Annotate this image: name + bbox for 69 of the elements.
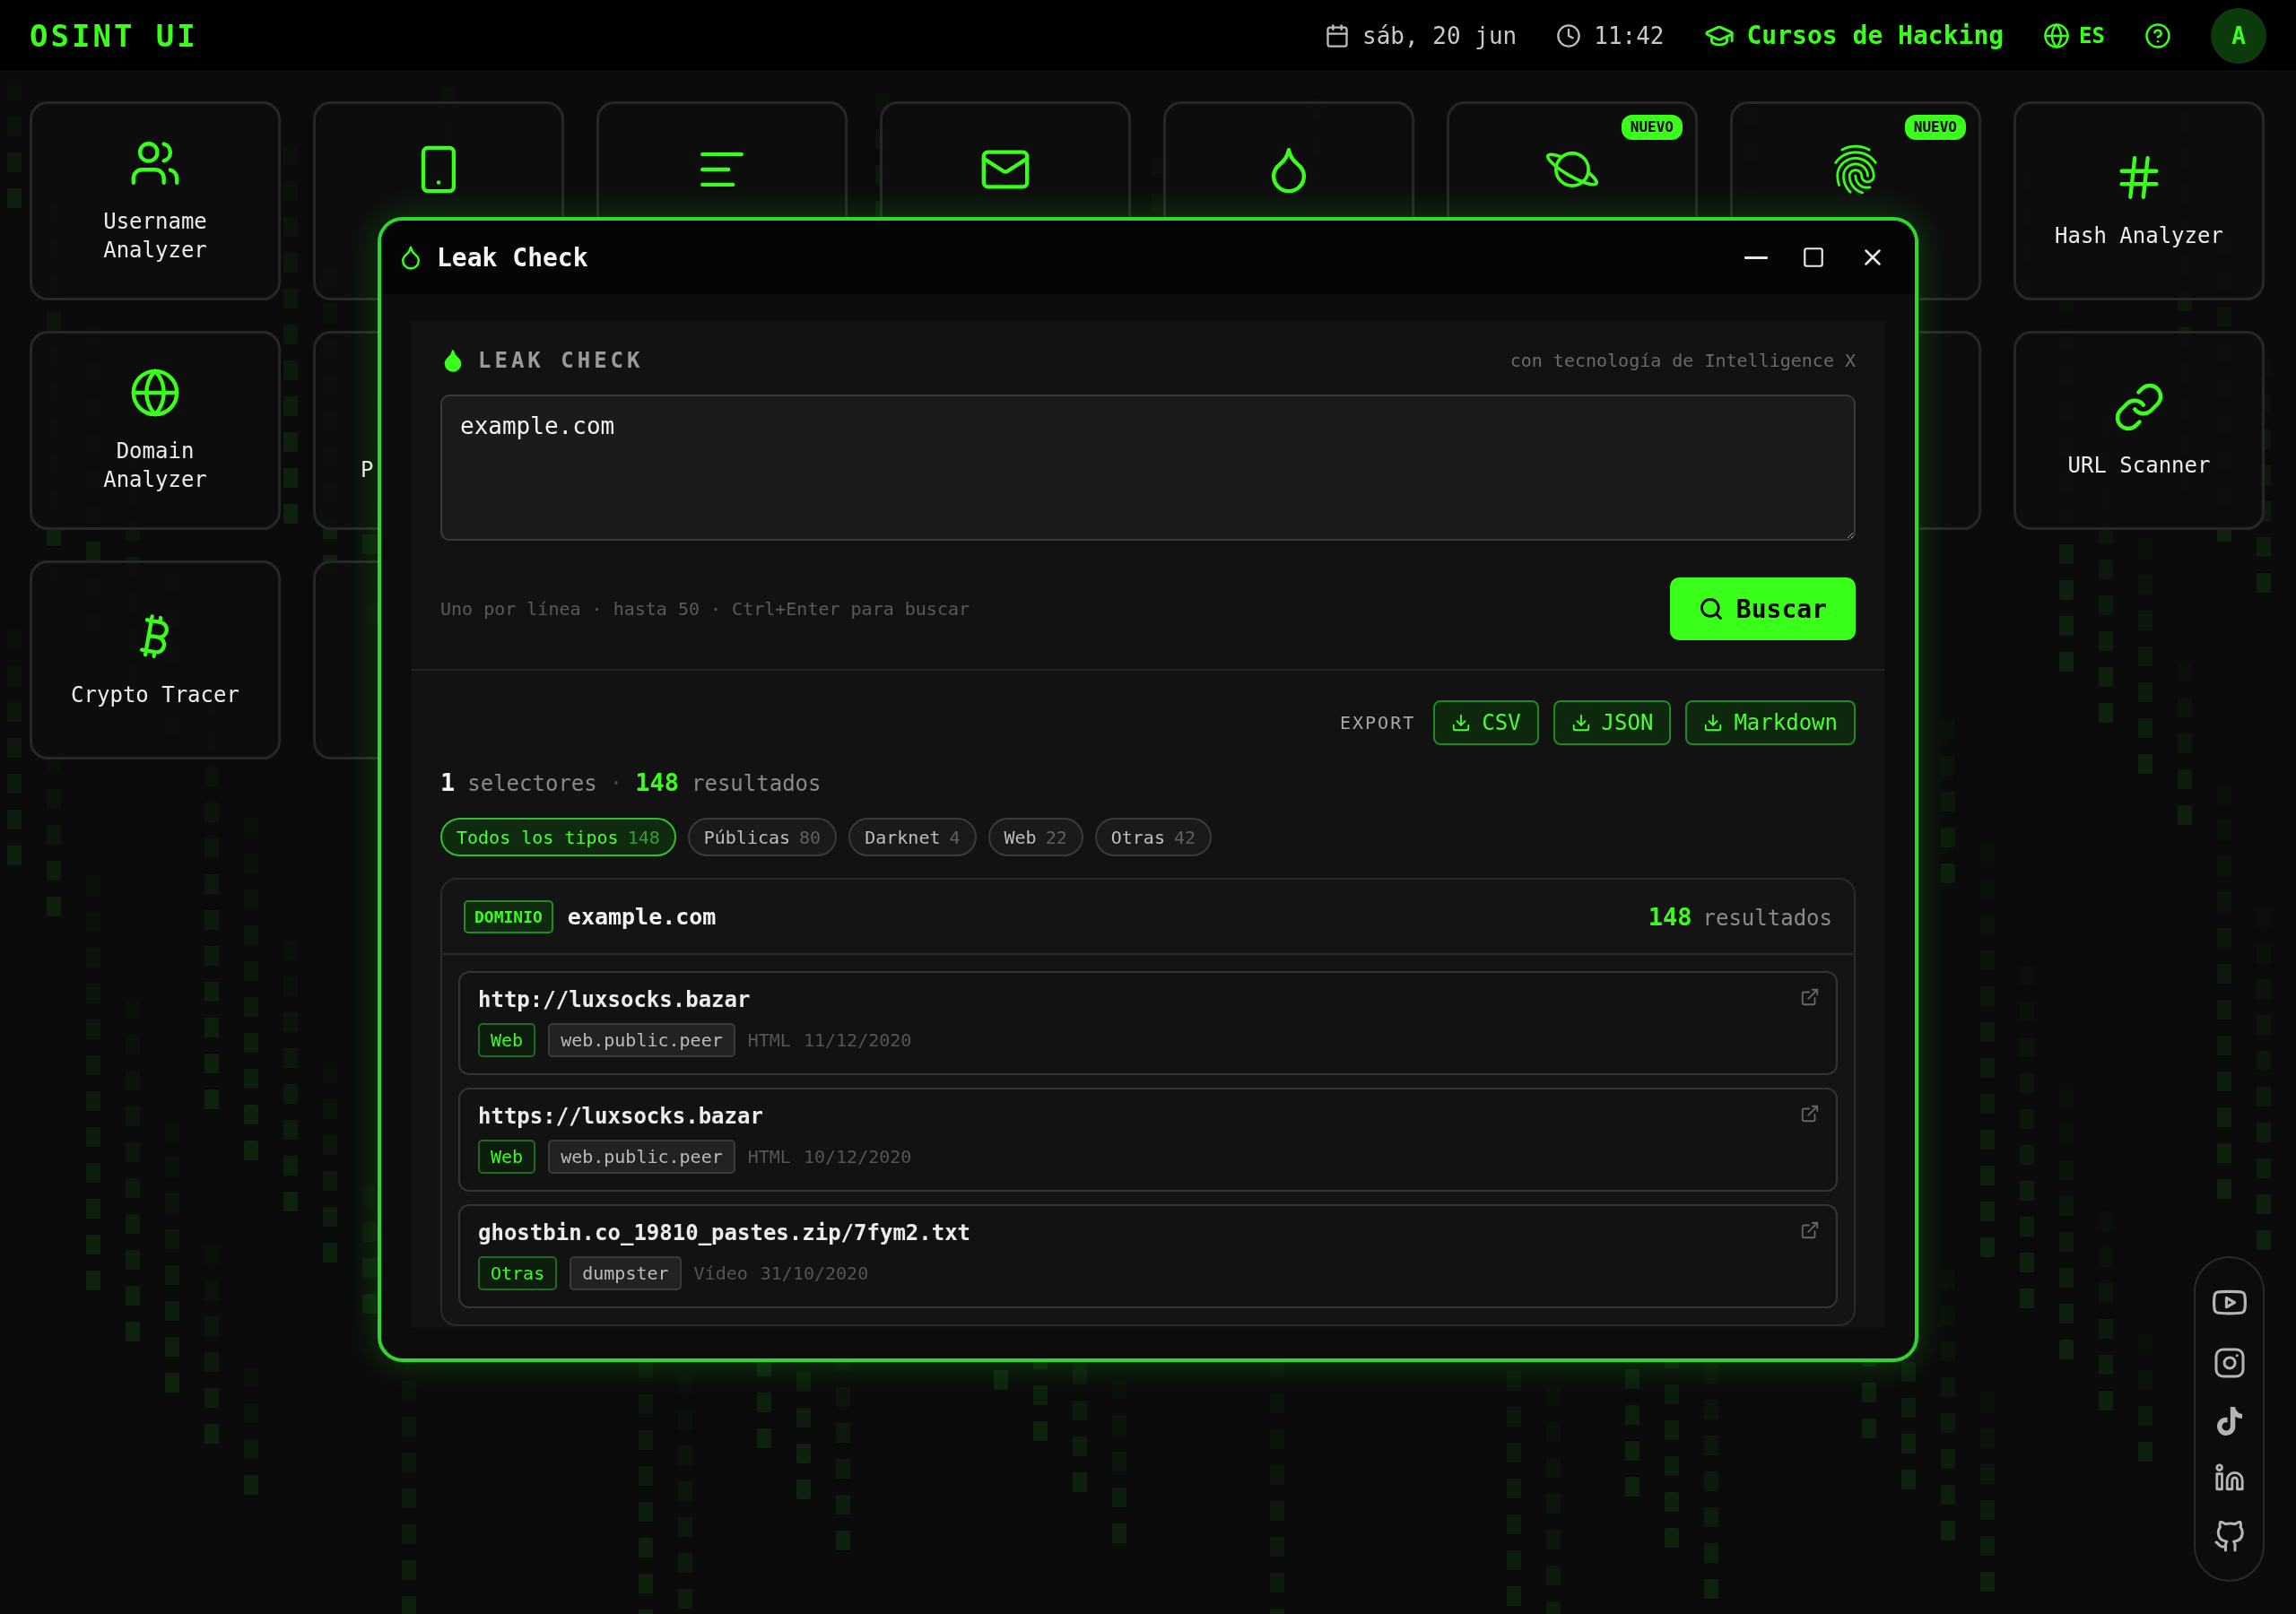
result-date: 11/12/2020 bbox=[803, 1029, 912, 1051]
globe-icon bbox=[2043, 22, 2071, 49]
download-icon bbox=[1451, 713, 1472, 733]
filter-chip[interactable]: Todos los tipos 148 bbox=[440, 818, 676, 856]
powered-by-text: con tecnología de Intelligence X bbox=[1509, 350, 1856, 371]
external-link-icon[interactable] bbox=[1800, 987, 1820, 1007]
group-result-count: 148 bbox=[1648, 902, 1692, 931]
filter-chip[interactable]: Públicas 80 bbox=[687, 818, 838, 856]
language-button[interactable]: ES bbox=[2043, 22, 2105, 49]
maximize-icon bbox=[1802, 246, 1825, 269]
download-icon bbox=[1703, 713, 1724, 733]
app-title: OSINT UI bbox=[30, 17, 198, 54]
media-type: HTML bbox=[747, 1029, 791, 1051]
search-button[interactable]: Buscar bbox=[1669, 577, 1856, 640]
category-tag: Web bbox=[478, 1140, 536, 1174]
calendar-icon bbox=[1325, 22, 1351, 48]
external-link-icon[interactable] bbox=[1800, 1220, 1820, 1240]
external-link-icon[interactable] bbox=[1800, 1104, 1820, 1124]
result-url: https://luxsocks.bazar bbox=[478, 1104, 763, 1129]
filter-chip[interactable]: Darknet 4 bbox=[848, 818, 977, 856]
export-label: EXPORT bbox=[1340, 712, 1416, 733]
media-type: Vídeo bbox=[693, 1263, 748, 1284]
linkedin-icon[interactable] bbox=[2213, 1462, 2245, 1493]
window-title: Leak Check bbox=[437, 242, 588, 273]
hint-text: Uno por línea · hasta 50 · Ctrl+Enter para buscar bbox=[440, 598, 970, 620]
bucket-tag: web.public.peer bbox=[548, 1023, 735, 1057]
filter-chip[interactable]: Web 22 bbox=[987, 818, 1083, 856]
tool-tile[interactable]: URL Scanner bbox=[2013, 331, 2265, 530]
bucket-tag: web.public.peer bbox=[548, 1140, 735, 1174]
tool-tile[interactable]: Hash Analyzer bbox=[2013, 101, 2265, 300]
search-icon bbox=[1698, 596, 1724, 621]
panel-title: LEAK CHECK bbox=[478, 348, 644, 373]
results-label: resultados bbox=[691, 771, 822, 796]
result-date: 10/12/2020 bbox=[803, 1146, 912, 1167]
export-button[interactable]: JSON bbox=[1552, 700, 1672, 745]
media-type: HTML bbox=[747, 1146, 791, 1167]
time-text: 11:42 bbox=[1594, 22, 1665, 49]
avatar[interactable]: A bbox=[2211, 7, 2266, 64]
category-tag: Otras bbox=[478, 1256, 558, 1290]
selector-count: 1 bbox=[440, 768, 456, 796]
result-url: http://luxsocks.bazar bbox=[478, 987, 751, 1012]
date-text: sáb, 20 jun bbox=[1362, 22, 1518, 49]
category-tag: Web bbox=[478, 1023, 536, 1057]
github-icon[interactable] bbox=[2213, 1520, 2246, 1553]
result-url: ghostbin.co_19810_pastes.zip/7fym2.txt bbox=[478, 1220, 971, 1245]
export-button[interactable]: CSV bbox=[1433, 700, 1539, 745]
bucket-tag: dumpster bbox=[570, 1256, 682, 1290]
group-value: example.com bbox=[567, 903, 717, 930]
tiktok-icon[interactable] bbox=[2214, 1406, 2244, 1436]
download-icon bbox=[1570, 713, 1591, 733]
selectors-label: selectores bbox=[467, 771, 597, 796]
new-badge: NUEVO bbox=[1621, 115, 1683, 140]
instagram-icon[interactable] bbox=[2213, 1347, 2246, 1379]
tool-tile[interactable]: Username Analyzer bbox=[30, 101, 281, 300]
filter-chip[interactable]: Otras 42 bbox=[1094, 818, 1213, 856]
separator-dot: · bbox=[609, 771, 623, 796]
query-field[interactable]: example.com bbox=[440, 395, 1856, 541]
minimize-icon bbox=[1744, 256, 1768, 259]
tool-tile[interactable]: Domain Analyzer bbox=[30, 331, 281, 530]
courses-link[interactable]: Cursos de Hacking bbox=[1703, 20, 2005, 51]
type-badge: DOMINIO bbox=[464, 899, 553, 933]
group-results-label: resultados bbox=[1702, 905, 1832, 931]
tool-tile[interactable]: Crypto Tracer bbox=[30, 560, 281, 759]
result-date: 31/10/2020 bbox=[760, 1263, 869, 1284]
export-button[interactable]: Markdown bbox=[1685, 700, 1856, 745]
clock-icon bbox=[1556, 22, 1582, 48]
help-button[interactable] bbox=[2144, 22, 2171, 49]
result-count: 148 bbox=[635, 768, 679, 796]
new-badge: NUEVO bbox=[1904, 115, 1966, 140]
